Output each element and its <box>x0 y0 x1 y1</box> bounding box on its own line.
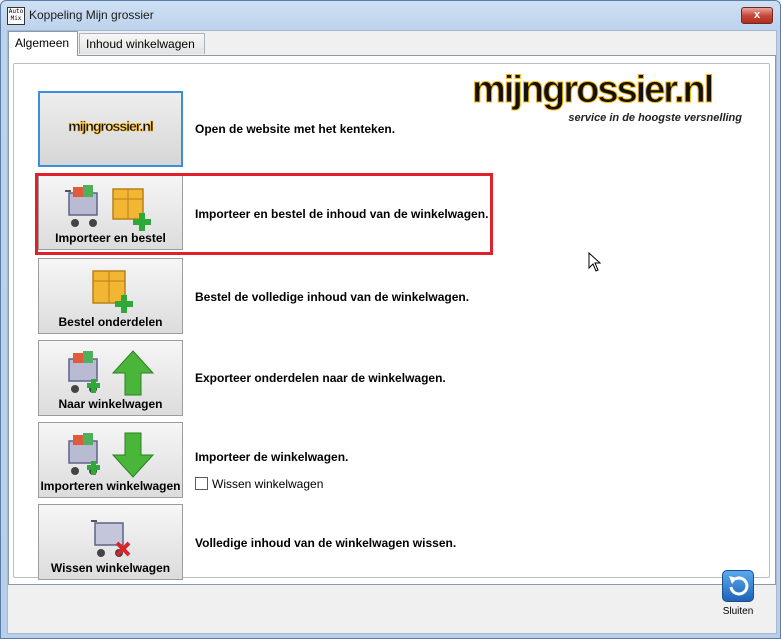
bestel-onderdelen-label: Bestel onderdelen <box>58 315 163 329</box>
open-website-description: Open de website met het kenteken. <box>195 122 396 136</box>
actions-group: mijngrossier.nl service in de hoogste ve… <box>13 63 770 580</box>
tab-inhoud-winkelwagen[interactable]: Inhoud winkelwagen <box>79 33 205 54</box>
importeren-winkelwagen-label: Importeren winkelwagen <box>40 479 181 493</box>
undo-arrow-icon <box>722 570 754 602</box>
mijngrossier-logo-icon: mijngrossier.nl <box>68 118 154 135</box>
mouse-cursor-icon <box>588 252 602 272</box>
client-area: Algemeen Inhoud winkelwagen mijngrossier… <box>7 30 777 634</box>
importeren-winkelwagen-description: Importeer de winkelwagen. <box>195 450 349 464</box>
wissen-winkelwagen-checkbox[interactable] <box>195 477 208 490</box>
naar-winkelwagen-description: Exporteer onderdelen naar de winkelwagen… <box>195 371 446 385</box>
logo-tagline: service in de hoogste versnelling <box>568 112 742 124</box>
box-add-icon <box>91 270 133 313</box>
highlight-box <box>35 173 493 255</box>
wissen-winkelwagen-checkbox-row[interactable]: Wissen winkelwagen <box>195 477 323 491</box>
wissen-winkelwagen-button[interactable]: Wissen winkelwagen <box>38 504 183 580</box>
naar-winkelwagen-label: Naar winkelwagen <box>58 397 163 411</box>
window-title: Koppeling Mijn grossier <box>29 8 154 22</box>
importeren-winkelwagen-button[interactable]: Importeren winkelwagen <box>38 422 183 498</box>
wissen-winkelwagen-description: Volledige inhoud van de winkelwagen wiss… <box>195 536 457 550</box>
app-icon: Auto Mix <box>7 7 25 25</box>
app-window: Auto Mix Koppeling Mijn grossier x Algem… <box>0 0 781 639</box>
tab-inhoud-label: Inhoud winkelwagen <box>86 37 195 51</box>
bestel-onderdelen-description: Bestel de volledige inhoud van de winkel… <box>195 290 470 304</box>
title-bar[interactable]: Auto Mix Koppeling Mijn grossier x <box>1 1 780 29</box>
logo-brand-text: mijngrossier.nl <box>472 69 715 112</box>
wissen-winkelwagen-checkbox-label: Wissen winkelwagen <box>212 477 324 491</box>
cart-delete-icon <box>90 520 130 557</box>
tab-panel: mijngrossier.nl service in de hoogste ve… <box>8 55 776 585</box>
close-window-button[interactable]: x <box>741 7 773 24</box>
mijngrossier-logo: mijngrossier.nl service in de hoogste ve… <box>472 69 743 129</box>
sluiten-button[interactable]: Sluiten <box>713 568 763 618</box>
bestel-onderdelen-button[interactable]: Bestel onderdelen <box>38 258 183 334</box>
wissen-winkelwagen-label: Wissen winkelwagen <box>50 561 171 575</box>
naar-winkelwagen-button[interactable]: Naar winkelwagen <box>38 340 183 416</box>
open-website-button[interactable]: mijngrossier.nl <box>38 91 183 167</box>
tab-algemeen[interactable]: Algemeen <box>8 31 78 56</box>
tab-algemeen-label: Algemeen <box>15 36 70 50</box>
cart-arrow-up-icon <box>67 350 154 396</box>
cart-arrow-down-icon <box>67 432 154 478</box>
sluiten-label: Sluiten <box>722 606 754 617</box>
